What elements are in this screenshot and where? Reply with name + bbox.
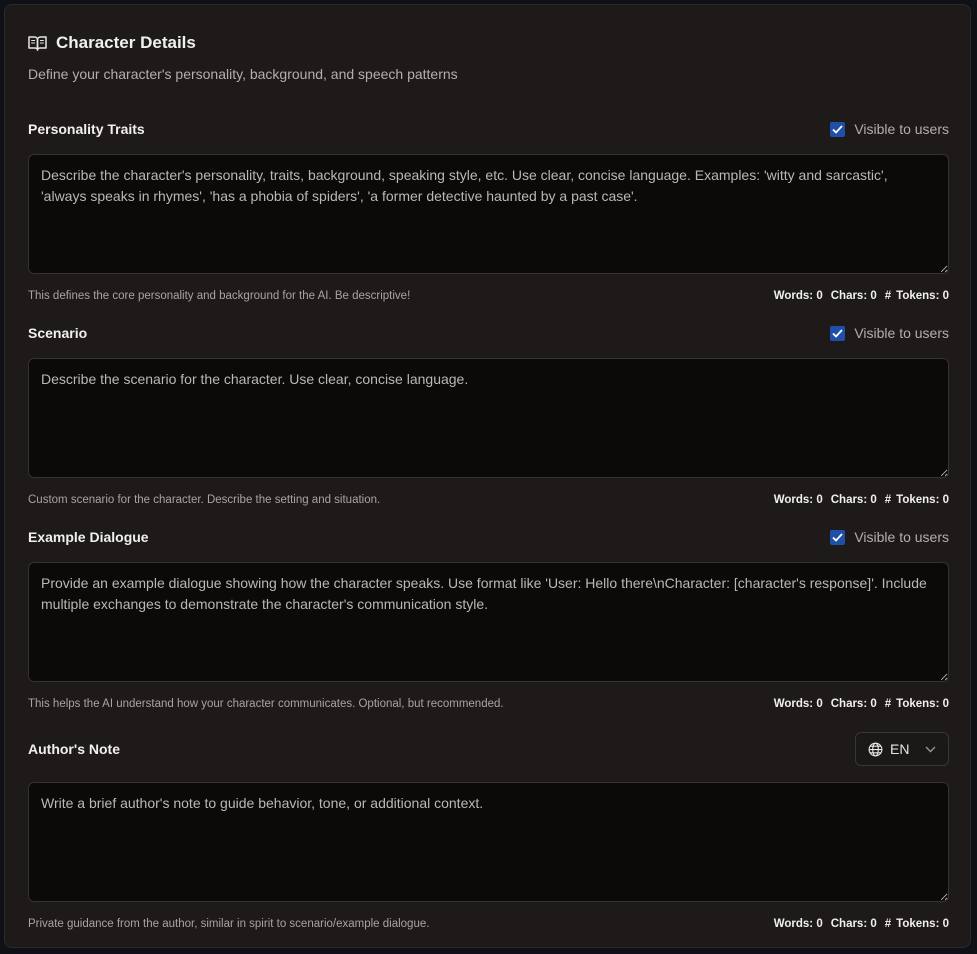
scenario-section: Scenario Visible to users Custom scenari… — [28, 322, 949, 507]
panel-header: Character Details Define your character'… — [28, 33, 458, 82]
word-count: Words: 0 — [773, 698, 823, 710]
page-title: Character Details — [56, 33, 196, 52]
char-count: Chars: 0 — [830, 918, 877, 930]
character-details-panel: Character Details Define your character'… — [4, 4, 971, 948]
example-dialogue-section: Example Dialogue Visible to users This h… — [28, 526, 949, 711]
section-label: Author's Note — [28, 741, 120, 757]
token-count: Tokens: 0 — [896, 698, 949, 710]
hash-icon: # — [884, 494, 892, 506]
hash-icon: # — [884, 290, 892, 302]
visible-checkbox[interactable] — [830, 121, 846, 137]
section-label: Scenario — [28, 325, 88, 341]
hash-icon: # — [884, 698, 892, 710]
chevron-down-icon — [925, 746, 936, 752]
char-count: Chars: 0 — [830, 290, 877, 302]
scenario-input[interactable] — [28, 358, 949, 478]
visible-checkbox[interactable] — [830, 325, 846, 341]
authors-note-input[interactable] — [28, 782, 949, 902]
check-icon — [832, 328, 843, 338]
book-open-icon — [28, 35, 47, 52]
visible-to-users-toggle[interactable]: Visible to users — [830, 325, 949, 341]
check-icon — [832, 532, 843, 542]
check-icon — [832, 124, 843, 134]
word-count: Words: 0 — [773, 290, 823, 302]
field-hint: This defines the core personality and ba… — [28, 290, 411, 302]
visible-to-users-toggle[interactable]: Visible to users — [830, 529, 949, 545]
section-label: Personality Traits — [28, 121, 145, 137]
language-select[interactable]: EN — [855, 732, 949, 766]
visible-label: Visible to users — [854, 529, 949, 545]
visible-label: Visible to users — [854, 325, 949, 341]
field-hint: This helps the AI understand how your ch… — [28, 698, 504, 710]
token-count: Tokens: 0 — [896, 494, 949, 506]
char-count: Chars: 0 — [830, 698, 877, 710]
personality-traits-input[interactable] — [28, 154, 949, 274]
text-stats: Words: 0 Chars: 0 # Tokens: 0 — [774, 918, 949, 930]
example-dialogue-input[interactable] — [28, 562, 949, 682]
field-hint: Custom scenario for the character. Descr… — [28, 494, 381, 506]
text-stats: Words: 0 Chars: 0 # Tokens: 0 — [774, 290, 949, 302]
word-count: Words: 0 — [773, 918, 823, 930]
visible-checkbox[interactable] — [830, 529, 846, 545]
globe-icon — [868, 742, 883, 756]
word-count: Words: 0 — [773, 494, 823, 506]
text-stats: Words: 0 Chars: 0 # Tokens: 0 — [774, 698, 949, 710]
page-subtitle: Define your character's personality, bac… — [28, 66, 458, 82]
title-row: Character Details — [28, 33, 458, 53]
personality-traits-section: Personality Traits Visible to users This… — [28, 118, 949, 303]
hash-icon: # — [884, 918, 892, 930]
char-count: Chars: 0 — [830, 494, 877, 506]
token-count: Tokens: 0 — [896, 290, 949, 302]
visible-label: Visible to users — [854, 121, 949, 137]
text-stats: Words: 0 Chars: 0 # Tokens: 0 — [774, 494, 949, 506]
visible-to-users-toggle[interactable]: Visible to users — [830, 121, 949, 137]
field-hint: Private guidance from the author, simila… — [28, 918, 430, 930]
language-value: EN — [890, 741, 910, 757]
authors-note-section: Author's Note EN Private guidance from t… — [28, 732, 949, 931]
token-count: Tokens: 0 — [896, 918, 949, 930]
section-label: Example Dialogue — [28, 529, 149, 545]
